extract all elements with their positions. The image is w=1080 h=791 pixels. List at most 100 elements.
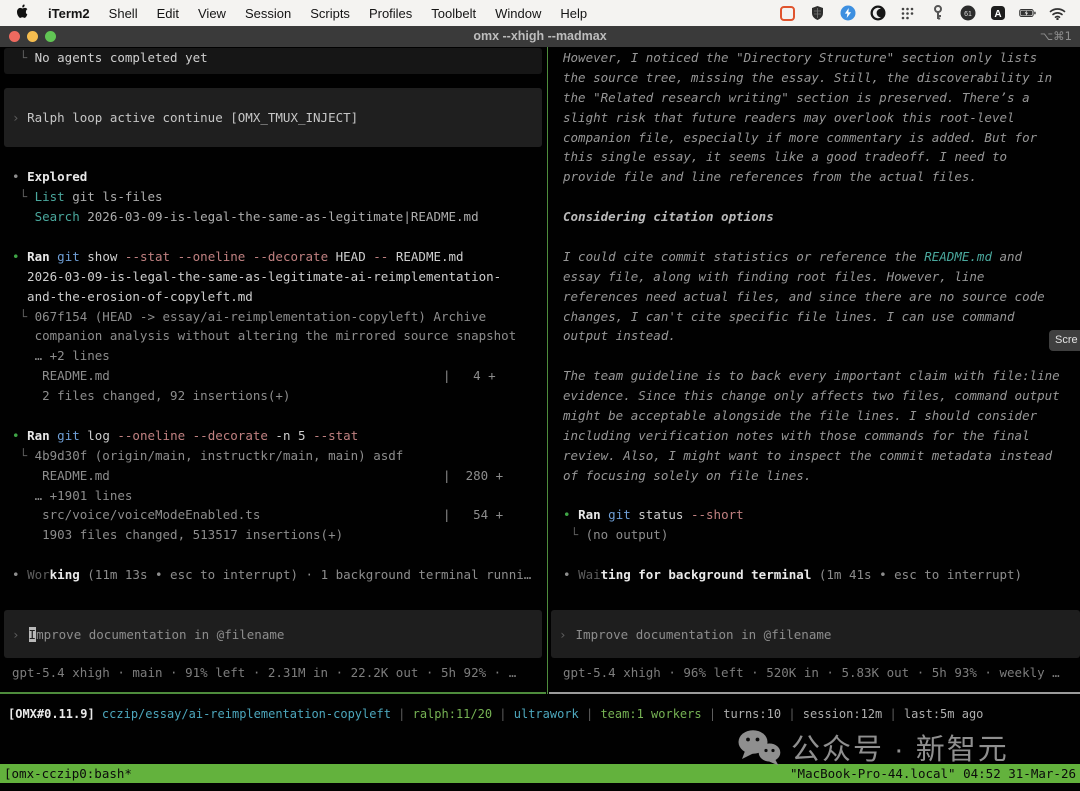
input-text: Improve documentation in @filename xyxy=(575,626,832,642)
recording-icon[interactable] xyxy=(779,5,796,22)
terminal-line: • Ran git log --oneline --decorate -n 5 … xyxy=(12,427,359,443)
terminal-line: └ 067f154 (HEAD -> essay/ai-reimplementa… xyxy=(12,308,487,324)
terminal-window: └ No agents completed yet › Ralph loop ac… xyxy=(0,47,1080,791)
terminal-line: might be acceptable alongside the file l… xyxy=(563,408,1038,424)
terminal-line: the "Related research writing" section i… xyxy=(563,89,1030,105)
menu-profiles[interactable]: Profiles xyxy=(369,6,412,21)
omx-status-line: [OMX#0.11.9] cczip/essay/ai-reimplementa… xyxy=(8,705,983,723)
menu-toolbelt[interactable]: Toolbelt xyxy=(431,6,476,21)
menu-edit[interactable]: Edit xyxy=(157,6,179,21)
terminal-line: … +2 lines xyxy=(12,348,110,364)
right-prompt-input[interactable]: › Improve documentation in @filename xyxy=(551,610,1080,658)
terminal-line: this single essay, it seems like a good … xyxy=(563,149,1008,165)
menu-iterm2[interactable]: iTerm2 xyxy=(48,6,90,21)
wechat-icon xyxy=(738,729,781,765)
svg-text:61: 61 xyxy=(964,11,972,18)
pane-divider[interactable] xyxy=(547,47,548,694)
terminal-line: • Explored xyxy=(12,169,88,185)
dots-grid-icon[interactable] xyxy=(899,5,916,22)
menu-scripts[interactable]: Scripts xyxy=(310,6,350,21)
right-terminal-pane: However, I noticed the "Directory Struct… xyxy=(549,47,1080,692)
terminal-line: The team guideline is to back every impo… xyxy=(563,368,1060,384)
terminal-line: evidence. Since this change only affects… xyxy=(563,388,1060,404)
terminal-line: review. Also, I might want to inspect th… xyxy=(563,447,1053,463)
terminal-line: Considering citation options xyxy=(563,209,774,225)
terminal-line: Search 2026-03-09-is-legal-the-same-as-l… xyxy=(34,209,479,225)
tmux-session-label: [omx-cczip0:bash* xyxy=(4,766,132,781)
battery-icon[interactable] xyxy=(1019,5,1036,22)
terminal-line: I could cite commit statistics or refere… xyxy=(563,248,1023,264)
letter-a-icon[interactable]: A xyxy=(989,5,1006,22)
left-pane-rows: └ No agents completed yet › Ralph loop ac… xyxy=(12,48,546,585)
menu-bar: iTerm2 Shell Edit View Session Scripts P… xyxy=(0,0,1080,26)
text-cursor: I xyxy=(28,626,37,642)
terminal-line: README.md | 4 + xyxy=(12,368,496,384)
terminal-line: including verification notes with those … xyxy=(563,427,1030,443)
terminal-line: slight risk that future readers may over… xyxy=(563,109,1015,125)
crescent-circle-icon[interactable] xyxy=(869,5,886,22)
shield-icon[interactable] xyxy=(809,5,826,22)
apple-menu[interactable] xyxy=(16,4,29,22)
left-pane-border xyxy=(0,692,546,694)
prompt-chevron-icon: › xyxy=(559,626,567,642)
menu-window[interactable]: Window xyxy=(495,6,541,21)
menu-view[interactable]: View xyxy=(198,6,226,21)
menu-help[interactable]: Help xyxy=(560,6,587,21)
terminal-line: README.md | 280 + xyxy=(12,467,504,483)
terminal-line: src/voice/voiceModeEnabled.ts | 54 + xyxy=(12,507,504,523)
terminal-line: └ No agents completed yet xyxy=(12,50,208,65)
terminal-line: 2026-03-09-is-legal-the-same-as-legitima… xyxy=(12,268,502,284)
prompt-chevron-icon: › xyxy=(12,626,20,642)
terminal-line: However, I noticed the "Directory Struct… xyxy=(563,50,1038,65)
terminal-line: [OMX#0.11.9] cczip/essay/ai-reimplementa… xyxy=(8,707,984,721)
terminal-line: • Ran git show --stat --oneline --decora… xyxy=(12,248,464,264)
terminal-line: • Ran git status --short xyxy=(563,507,744,523)
screen: iTerm2 Shell Edit View Session Scripts P… xyxy=(0,0,1080,791)
terminal-line: output instead. xyxy=(563,328,676,344)
lightning-circle-icon[interactable] xyxy=(839,5,856,22)
terminal-line: companion analysis without altering the … xyxy=(12,328,517,344)
watermark: 公众号 · 新智元 xyxy=(737,726,1009,768)
terminal-line: of focusing solely on file lines. xyxy=(563,467,812,483)
terminal-line: 1903 files changed, 513517 insertions(+) xyxy=(12,527,344,543)
key-icon[interactable] xyxy=(929,5,946,22)
terminal-line: provide file and line references from th… xyxy=(563,169,977,185)
left-pane-status-line: gpt-5.4 xhigh · main · 91% left · 2.31M … xyxy=(12,665,517,680)
apple-icon xyxy=(17,4,28,18)
terminal-line: 2 files changed, 92 insertions(+) xyxy=(12,388,291,404)
right-pane-status-line: gpt-5.4 xhigh · 96% left · 520K in · 5.8… xyxy=(563,665,1060,680)
terminal-line: changes, I can't cite specific file line… xyxy=(563,308,1015,324)
terminal-line: and-the-erosion-of-copyleft.md xyxy=(12,288,253,304)
terminal-line: … +1901 lines xyxy=(12,487,133,503)
terminal-line: companion file, especially if more comme… xyxy=(563,129,1038,145)
screen-share-button[interactable]: Scre xyxy=(1049,330,1080,351)
terminal-line: essay file, along with finding root file… xyxy=(563,268,985,284)
right-pane-rows: However, I noticed the "Directory Struct… xyxy=(563,48,1080,585)
terminal-line: └ (no output) xyxy=(563,527,669,543)
input-text: mprove documentation in @filename xyxy=(36,626,285,642)
menu-shell[interactable]: Shell xyxy=(109,6,138,21)
watermark-text: 公众号 · 新智元 xyxy=(791,734,1009,766)
right-pane-border xyxy=(549,692,1080,694)
terminal-line: › Ralph loop active continue [OMX_TMUX_I… xyxy=(12,109,359,125)
terminal-line: └ List git ls-files xyxy=(12,189,163,205)
terminal-line: the source tree, missing the essay. Stil… xyxy=(563,69,1053,85)
window-title: omx --xhigh --madmax xyxy=(473,29,607,43)
timer-61-icon[interactable]: 61 xyxy=(959,5,976,22)
left-prompt-input[interactable]: › Improve documentation in @filename xyxy=(4,610,542,658)
wifi-icon[interactable] xyxy=(1049,5,1066,22)
window-title-bar: omx --xhigh --madmax ⌥⌘1 xyxy=(0,26,1080,47)
left-terminal-pane: └ No agents completed yet › Ralph loop ac… xyxy=(0,47,546,692)
tmux-host-clock: "MacBook-Pro-44.local" 04:52 31-Mar-26 xyxy=(790,766,1076,781)
menu-session[interactable]: Session xyxy=(245,6,291,21)
